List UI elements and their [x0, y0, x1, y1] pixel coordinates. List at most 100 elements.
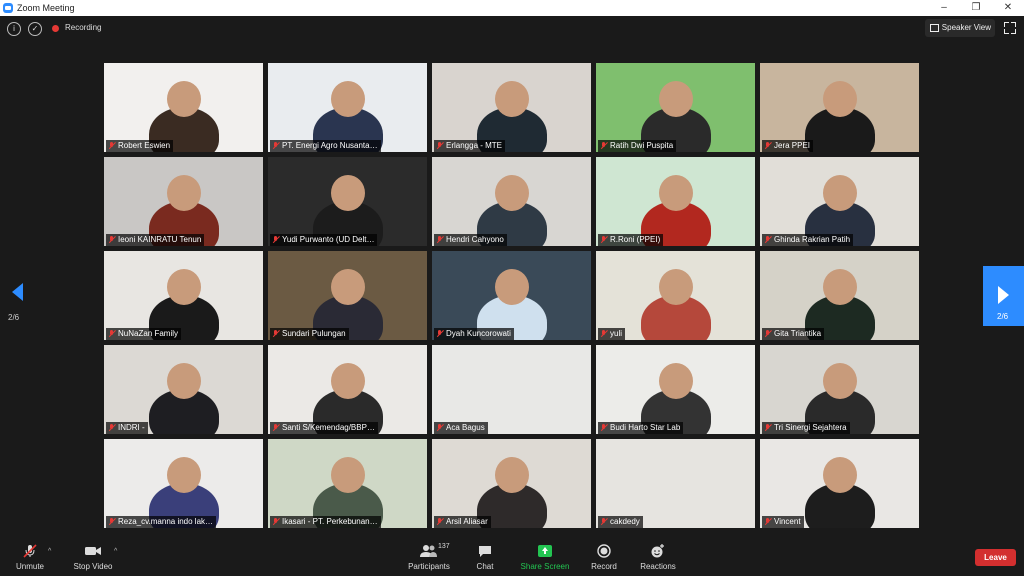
- participant-head: [331, 457, 365, 493]
- muted-mic-icon: [273, 518, 279, 526]
- participants-label: Participants: [408, 562, 450, 571]
- video-tile[interactable]: Erlangga - MTE: [432, 63, 591, 152]
- muted-mic-icon: [273, 236, 279, 244]
- record-label: Record: [591, 562, 617, 571]
- participant-name-label: cakdedy: [610, 517, 640, 526]
- participant-head: [495, 457, 529, 493]
- page-indicator-right: 2/6: [997, 312, 1009, 321]
- meeting-toolbar: Unmute ^ Stop Video ^ 137 Participants C…: [0, 540, 1024, 576]
- muted-mic-icon: [601, 330, 607, 338]
- video-tile[interactable]: Vincent: [760, 439, 919, 528]
- video-tile[interactable]: Budi Harto Star Lab: [596, 345, 755, 434]
- fullscreen-icon[interactable]: [1004, 22, 1016, 34]
- participant-name: Ghinda Rakrian Patih: [762, 234, 854, 246]
- video-tile[interactable]: Dyah Kuncorowati: [432, 251, 591, 340]
- participant-head: [167, 175, 201, 211]
- video-tile[interactable]: Yudi Purwanto (UD Delt…: [268, 157, 427, 246]
- participant-name-label: INDRI -: [118, 423, 145, 432]
- speaker-view-label: Speaker View: [941, 23, 991, 32]
- participant-name: Budi Harto Star Lab: [598, 422, 684, 434]
- participant-name-label: Erlangga - MTE: [446, 141, 503, 150]
- audio-options-chevron-icon[interactable]: ^: [48, 548, 51, 555]
- video-tile[interactable]: Reza_cv.manna indo lak…: [104, 439, 263, 528]
- participant-head: [167, 363, 201, 399]
- video-tile[interactable]: INDRI -: [104, 345, 263, 434]
- video-tile[interactable]: PT. Energi Agro Nusanta…: [268, 63, 427, 152]
- video-tile[interactable]: R.Roni (PPEI): [596, 157, 755, 246]
- video-tile[interactable]: NuNaZan Family: [104, 251, 263, 340]
- participant-name: Dyah Kuncorowati: [434, 328, 514, 340]
- previous-page-button[interactable]: 2/6: [8, 283, 28, 322]
- participant-name: Reza_cv.manna indo lak…: [106, 516, 217, 528]
- video-options-chevron-icon[interactable]: ^: [114, 548, 117, 555]
- muted-mic-icon: [601, 142, 607, 150]
- video-tile[interactable]: Ikasari - PT. Perkebunan…: [268, 439, 427, 528]
- muted-mic-icon: [437, 236, 443, 244]
- participant-head: [659, 81, 693, 117]
- video-tile[interactable]: Arsil Aliasar: [432, 439, 591, 528]
- participant-head: [823, 363, 857, 399]
- video-tile[interactable]: Ghinda Rakrian Patih: [760, 157, 919, 246]
- participants-button[interactable]: 137 Participants: [404, 543, 454, 571]
- participant-name: Erlangga - MTE: [434, 140, 506, 152]
- video-tile[interactable]: Jera PPEI: [760, 63, 919, 152]
- participant-name: Arsil Aliasar: [434, 516, 491, 528]
- participant-name-label: Vincent: [774, 517, 801, 526]
- video-tile[interactable]: Santi S/Kemendag/BBP…: [268, 345, 427, 434]
- info-icon[interactable]: i: [7, 22, 21, 36]
- participant-head: [331, 81, 365, 117]
- video-tile[interactable]: Robert Eswien: [104, 63, 263, 152]
- reactions-button[interactable]: Reactions: [638, 544, 678, 571]
- video-tile[interactable]: Hendri Cahyono: [432, 157, 591, 246]
- participant-head: [495, 175, 529, 211]
- video-tile[interactable]: yuli: [596, 251, 755, 340]
- share-screen-button[interactable]: Share Screen: [518, 544, 572, 571]
- video-tile[interactable]: cakdedy: [596, 439, 755, 528]
- next-page-button[interactable]: 2/6: [983, 266, 1024, 326]
- record-button[interactable]: Record: [588, 544, 620, 571]
- participant-name: Ieoni KAINRATU Tenun: [106, 234, 205, 246]
- minimize-button[interactable]: –: [928, 0, 960, 16]
- video-tile[interactable]: Aca Bagus: [432, 345, 591, 434]
- participant-head: [331, 175, 365, 211]
- participant-head: [823, 81, 857, 117]
- participant-name: Robert Eswien: [106, 140, 174, 152]
- video-tile[interactable]: Ieoni KAINRATU Tenun: [104, 157, 263, 246]
- close-button[interactable]: ✕: [992, 0, 1024, 16]
- participants-icon: 137: [404, 543, 454, 558]
- maximize-button[interactable]: ❐: [960, 0, 992, 16]
- participant-head: [659, 363, 693, 399]
- chat-bubble-icon: [470, 544, 500, 558]
- shield-icon[interactable]: ✓: [28, 22, 42, 36]
- muted-mic-icon: [109, 142, 115, 150]
- participant-head: [659, 175, 693, 211]
- participant-name-label: Hendri Cahyono: [446, 235, 504, 244]
- participant-name-label: Arsil Aliasar: [446, 517, 488, 526]
- participant-name-label: Ikasari - PT. Perkebunan…: [282, 517, 378, 526]
- participant-name: yuli: [598, 328, 626, 340]
- participant-head: [823, 175, 857, 211]
- leave-button[interactable]: Leave: [975, 549, 1016, 566]
- participant-name-label: Budi Harto Star Lab: [610, 423, 681, 432]
- participant-head: [823, 457, 857, 493]
- participant-name-label: Robert Eswien: [118, 141, 171, 150]
- participant-head: [167, 269, 201, 305]
- arrow-right-icon: [998, 286, 1009, 304]
- participant-name-label: Santi S/Kemendag/BBP…: [282, 423, 375, 432]
- speaker-view-button[interactable]: Speaker View: [925, 19, 995, 37]
- chat-button[interactable]: Chat: [470, 544, 500, 571]
- video-tile[interactable]: Sundari Pulungan: [268, 251, 427, 340]
- muted-mic-icon: [601, 518, 607, 526]
- reactions-label: Reactions: [640, 562, 676, 571]
- participant-name-label: Tri Sinergi Sejahtera: [774, 423, 847, 432]
- share-screen-label: Share Screen: [520, 562, 570, 571]
- title-bar: Zoom Meeting – ❐ ✕: [0, 0, 1024, 16]
- unmute-button[interactable]: Unmute: [12, 544, 48, 571]
- participant-name-label: Gita Triantika: [774, 329, 822, 338]
- muted-mic-icon: [765, 142, 771, 150]
- stop-video-button[interactable]: Stop Video: [70, 544, 116, 571]
- video-tile[interactable]: Tri Sinergi Sejahtera: [760, 345, 919, 434]
- share-screen-icon: [518, 544, 572, 558]
- video-tile[interactable]: Ratih Dwi Puspita: [596, 63, 755, 152]
- video-tile[interactable]: Gita Triantika: [760, 251, 919, 340]
